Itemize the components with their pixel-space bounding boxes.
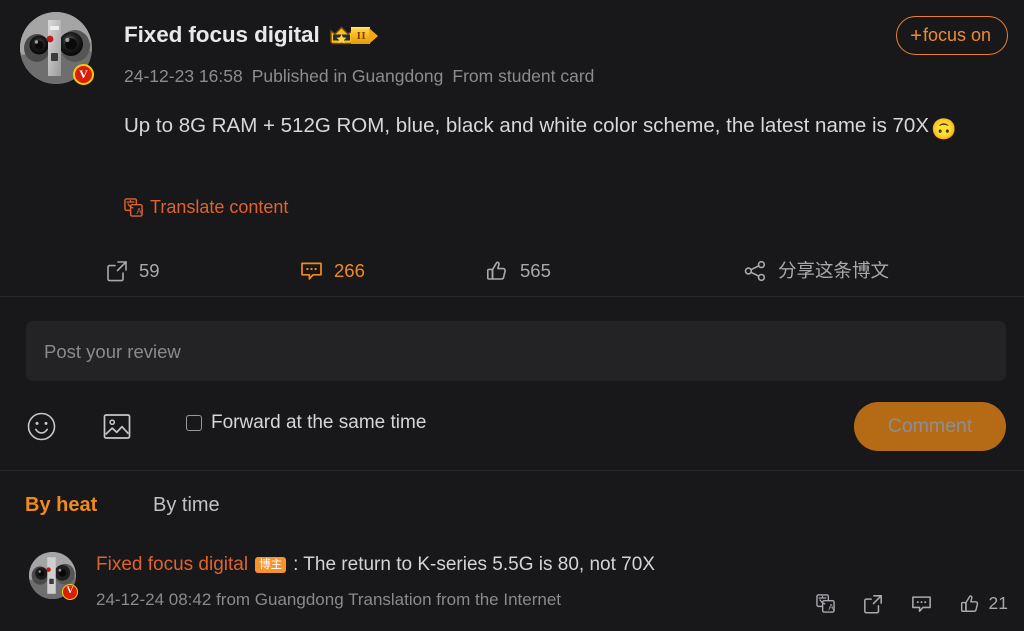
comment-like-action[interactable]: 21: [960, 593, 1008, 614]
tab-by-time[interactable]: By time: [153, 494, 220, 517]
post-meta: 24-12-23 16:58 Published in Guangdong Fr…: [124, 66, 594, 87]
comment-action-bar: A 21: [815, 593, 1008, 614]
comment-verified-badge: V: [62, 584, 78, 600]
author-row: Fixed focus digital II: [124, 22, 378, 48]
repost-icon: [863, 594, 882, 613]
level-badge[interactable]: II: [329, 25, 378, 45]
level-number: II: [356, 29, 367, 42]
author-name[interactable]: Fixed focus digital: [124, 22, 320, 48]
post-source[interactable]: From student card: [452, 66, 594, 87]
comment-action[interactable]: 266: [300, 260, 365, 282]
forward-same-time-label: Forward at the same time: [211, 412, 427, 433]
comment-header-line: Fixed focus digital 博主 : The return to K…: [96, 553, 994, 577]
like-count: 565: [520, 259, 551, 281]
comment-author-name[interactable]: Fixed focus digital: [96, 553, 248, 577]
translate-content-label: Translate content: [150, 197, 289, 217]
share-action[interactable]: 分享这条博文: [744, 260, 889, 282]
emoji-picker-button[interactable]: [27, 412, 56, 446]
post-action-bar: 59 266 565 分享这条博文: [0, 248, 1024, 294]
level-banner: II: [350, 26, 378, 44]
post-header: V Fixed focus digital II + focus on 24-1…: [0, 0, 1024, 296]
divider-above-sort-tabs: [0, 470, 1024, 471]
repost-action[interactable]: 59: [106, 260, 160, 282]
comment-location: from Guangdong: [216, 590, 344, 609]
post-timestamp: 24-12-23 16:58: [124, 66, 243, 86]
comment-sort-tabs: By heat By time: [0, 494, 1024, 534]
repost-count: 59: [139, 259, 160, 281]
weibo-post-detail-page: V Fixed focus digital II + focus on 24-1…: [0, 0, 1024, 631]
image-icon: [103, 414, 131, 439]
review-input-placeholder: Post your review: [44, 341, 181, 362]
comment-count: 266: [334, 259, 365, 281]
comment-text: : The return to K-series 5.5G is 80, not…: [293, 554, 655, 575]
translate-content-link[interactable]: A Translate content: [124, 197, 288, 218]
share-icon: [744, 260, 766, 282]
thumbs-up-icon: [960, 594, 978, 612]
svg-text:A: A: [136, 207, 142, 216]
review-composer[interactable]: Post your review: [26, 321, 1006, 381]
comment-translate-action[interactable]: A: [815, 594, 835, 613]
comment-icon: [301, 262, 322, 280]
translate-icon: A: [815, 594, 835, 613]
comment-item: V Fixed focus digital 博主 : The return to…: [0, 545, 1024, 631]
translate-icon: A: [124, 198, 143, 217]
svg-text:A: A: [828, 603, 834, 612]
author-avatar[interactable]: V: [20, 12, 94, 85]
comment-repost-action[interactable]: [863, 594, 883, 614]
post-content-text: Up to 8G RAM + 512G ROM, blue, black and…: [124, 114, 930, 137]
comment-like-count: 21: [988, 593, 1008, 613]
focus-on-button[interactable]: + focus on: [896, 16, 1008, 55]
verified-badge: V: [73, 64, 94, 85]
submit-comment-button[interactable]: Comment: [854, 402, 1006, 451]
comment-timestamp: 24-12-24 08:42: [96, 590, 212, 609]
smiley-icon: [27, 412, 56, 441]
tab-by-heat[interactable]: By heat: [25, 494, 97, 517]
forward-same-time-checkbox[interactable]: Forward at the same time: [186, 412, 426, 434]
divider-above-composer: [0, 296, 1024, 297]
upside-down-face-emoji: 🙃: [931, 118, 957, 141]
plus-icon: +: [910, 24, 922, 47]
share-label: 分享这条博文: [778, 259, 890, 281]
like-action[interactable]: 565: [486, 260, 551, 282]
post-content: Up to 8G RAM + 512G ROM, blue, black and…: [124, 107, 1010, 149]
comment-author-avatar[interactable]: V: [29, 552, 78, 600]
image-upload-button[interactable]: [103, 413, 131, 445]
checkbox-box[interactable]: [186, 415, 202, 431]
post-location: Published in Guangdong: [251, 66, 444, 86]
comment-reply-action[interactable]: [911, 594, 932, 614]
repost-icon: [107, 261, 127, 282]
blogger-badge: 博主: [255, 556, 287, 574]
thumbs-up-icon: [486, 261, 506, 280]
comment-translation-note: Translation from the Internet: [348, 590, 561, 609]
focus-on-label: focus on: [922, 25, 991, 45]
comment-icon: [911, 595, 931, 612]
